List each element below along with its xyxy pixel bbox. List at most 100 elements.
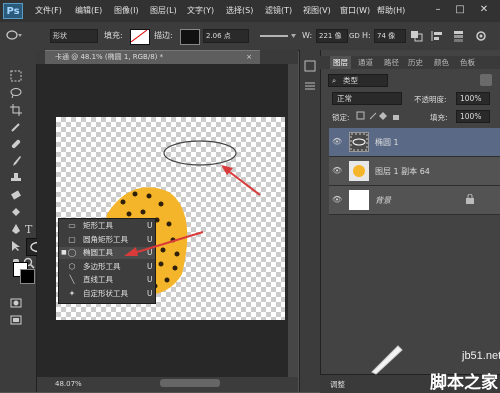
- menu-view[interactable]: 视图(V): [303, 5, 331, 16]
- shape-layer-thumbnail: [349, 132, 369, 152]
- path-alignment-icon[interactable]: [430, 29, 444, 43]
- fill-swatch[interactable]: [130, 29, 150, 45]
- width-label: W:: [302, 31, 313, 40]
- close-tab-icon[interactable]: ×: [246, 51, 252, 64]
- horizontal-scrollbar[interactable]: [160, 379, 220, 387]
- tab-color[interactable]: 颜色: [434, 56, 449, 69]
- quick-mask-icon[interactable]: [10, 297, 22, 309]
- flyout-item-label: 多边形工具: [83, 261, 121, 271]
- line-icon: ╲: [69, 275, 75, 284]
- marquee-tool-icon[interactable]: [10, 70, 22, 82]
- custom-shape-icon: ✦: [68, 288, 76, 298]
- eyedropper-tool-icon[interactable]: [10, 121, 22, 133]
- menu-help[interactable]: 帮助(H): [377, 5, 405, 16]
- menu-type[interactable]: 文字(Y): [187, 5, 214, 16]
- lock-icon: [465, 193, 475, 206]
- ellipse-tool-preset-icon[interactable]: [5, 28, 23, 42]
- photoshop-logo: Ps: [3, 3, 23, 19]
- crop-tool-icon[interactable]: [10, 104, 22, 116]
- watermark-domain: jb51.net: [462, 350, 500, 362]
- width-input[interactable]: 221 像: [316, 29, 348, 43]
- document-tab[interactable]: 卡通 @ 48.1% (椭圆 1, RGB/8) * ×: [45, 50, 260, 64]
- flyout-item-polygon[interactable]: ⬡ 多边形工具 U: [59, 261, 155, 273]
- layer-filter-value: 类型: [343, 76, 358, 85]
- rectangle-icon: ▭: [68, 221, 76, 230]
- lock-options[interactable]: [356, 111, 416, 121]
- flyout-item-line[interactable]: ╲ 直线工具 U: [59, 274, 155, 286]
- flyout-item-custom-shape[interactable]: ✦ 自定形状工具 U: [59, 288, 155, 300]
- flyout-item-shortcut: U: [147, 261, 153, 271]
- menu-window[interactable]: 窗口(W): [340, 5, 370, 16]
- polygon-icon: ⬡: [68, 261, 76, 271]
- visibility-eye-icon[interactable]: 👁: [332, 195, 342, 204]
- type-tool-icon[interactable]: T: [23, 223, 35, 236]
- lasso-tool-icon[interactable]: [10, 87, 22, 99]
- flyout-item-shortcut: U: [147, 275, 153, 284]
- minimize-icon[interactable]: –: [430, 3, 446, 17]
- flyout-item-shortcut: U: [147, 288, 153, 298]
- menu-select[interactable]: 选择(S): [226, 5, 253, 16]
- stroke-label: 描边:: [154, 31, 173, 40]
- eraser-tool-icon[interactable]: [10, 189, 22, 201]
- layer-filter-select[interactable]: ⌕ 类型: [328, 74, 388, 87]
- menu-file[interactable]: 文件(F): [35, 5, 62, 16]
- layer-name: 椭圆 1: [375, 138, 399, 147]
- path-arrangement-icon[interactable]: [452, 29, 466, 43]
- watermark: jb51.net 脚本之家: [360, 338, 500, 393]
- layer-row-background[interactable]: 👁 背景: [329, 186, 500, 215]
- watermark-text: 脚本之家: [430, 373, 498, 393]
- watermark-pen-icon: [371, 345, 403, 375]
- visibility-eye-icon[interactable]: 👁: [332, 166, 342, 175]
- menu-image[interactable]: 图像(I): [114, 5, 139, 16]
- opacity-label: 不透明度:: [414, 95, 447, 104]
- tab-swatches[interactable]: 色板: [460, 56, 475, 69]
- background-color-swatch[interactable]: [20, 269, 35, 284]
- rounded-rectangle-icon: ▢: [68, 234, 76, 244]
- flyout-item-label: 直线工具: [83, 275, 113, 284]
- collapsed-panel-dock: [299, 50, 321, 392]
- tools-panel: T: [0, 50, 50, 392]
- paint-bucket-tool-icon[interactable]: [10, 206, 22, 218]
- shape-mode-select[interactable]: 形状: [50, 29, 98, 43]
- layer-row-copy[interactable]: 👁 图层 1 副本 64: [329, 157, 500, 186]
- path-operations-icon[interactable]: [410, 29, 424, 43]
- flyout-item-label: 自定形状工具: [83, 288, 128, 298]
- zoom-level[interactable]: 48.07%: [55, 380, 82, 388]
- path-selection-tool-icon[interactable]: [10, 240, 22, 252]
- close-icon[interactable]: ✕: [476, 3, 492, 17]
- visibility-eye-icon[interactable]: 👁: [332, 137, 342, 146]
- height-input[interactable]: 74 像: [374, 29, 406, 43]
- menu-filter[interactable]: 滤镜(T): [265, 5, 292, 16]
- opacity-input[interactable]: 100%: [456, 92, 490, 105]
- panel-icon-2[interactable]: [304, 80, 316, 92]
- panel-icon-1[interactable]: [304, 60, 316, 72]
- vertical-scrollbar[interactable]: [288, 64, 298, 377]
- filter-toggle[interactable]: [480, 74, 492, 86]
- stroke-size-input[interactable]: 2.06 点: [203, 29, 249, 43]
- tab-paths[interactable]: 路径: [384, 56, 399, 69]
- adjustments-label[interactable]: 调整: [330, 379, 345, 390]
- flyout-item-label: 椭圆工具: [83, 248, 113, 257]
- geometry-options-icon[interactable]: [474, 29, 488, 43]
- tab-layers[interactable]: 图层: [330, 56, 351, 69]
- stroke-swatch[interactable]: [180, 29, 200, 45]
- menu-edit[interactable]: 编辑(E): [75, 5, 102, 16]
- menu-layer[interactable]: 图层(L): [150, 5, 177, 16]
- clone-stamp-tool-icon[interactable]: [10, 172, 22, 184]
- tab-history[interactable]: 历史: [408, 56, 423, 69]
- screen-mode-icon[interactable]: [10, 314, 22, 326]
- maximize-icon[interactable]: □: [452, 3, 468, 17]
- ellipse-icon: ◯: [67, 248, 77, 257]
- flyout-item-label: 矩形工具: [83, 221, 113, 230]
- healing-brush-tool-icon[interactable]: [10, 138, 22, 150]
- tab-channels[interactable]: 通道: [358, 56, 373, 69]
- stroke-type-select[interactable]: [258, 31, 298, 41]
- link-dimensions-icon[interactable]: GD: [349, 29, 360, 43]
- layer-row-ellipse[interactable]: 👁 椭圆 1: [329, 128, 500, 157]
- fill-input[interactable]: 100%: [456, 110, 490, 123]
- brush-tool-icon[interactable]: [10, 155, 22, 167]
- blend-mode-select[interactable]: 正常: [332, 92, 402, 105]
- document-title: 卡通 @ 48.1% (椭圆 1, RGB/8) *: [55, 53, 164, 61]
- annotation-arrow-flyout: [124, 231, 204, 256]
